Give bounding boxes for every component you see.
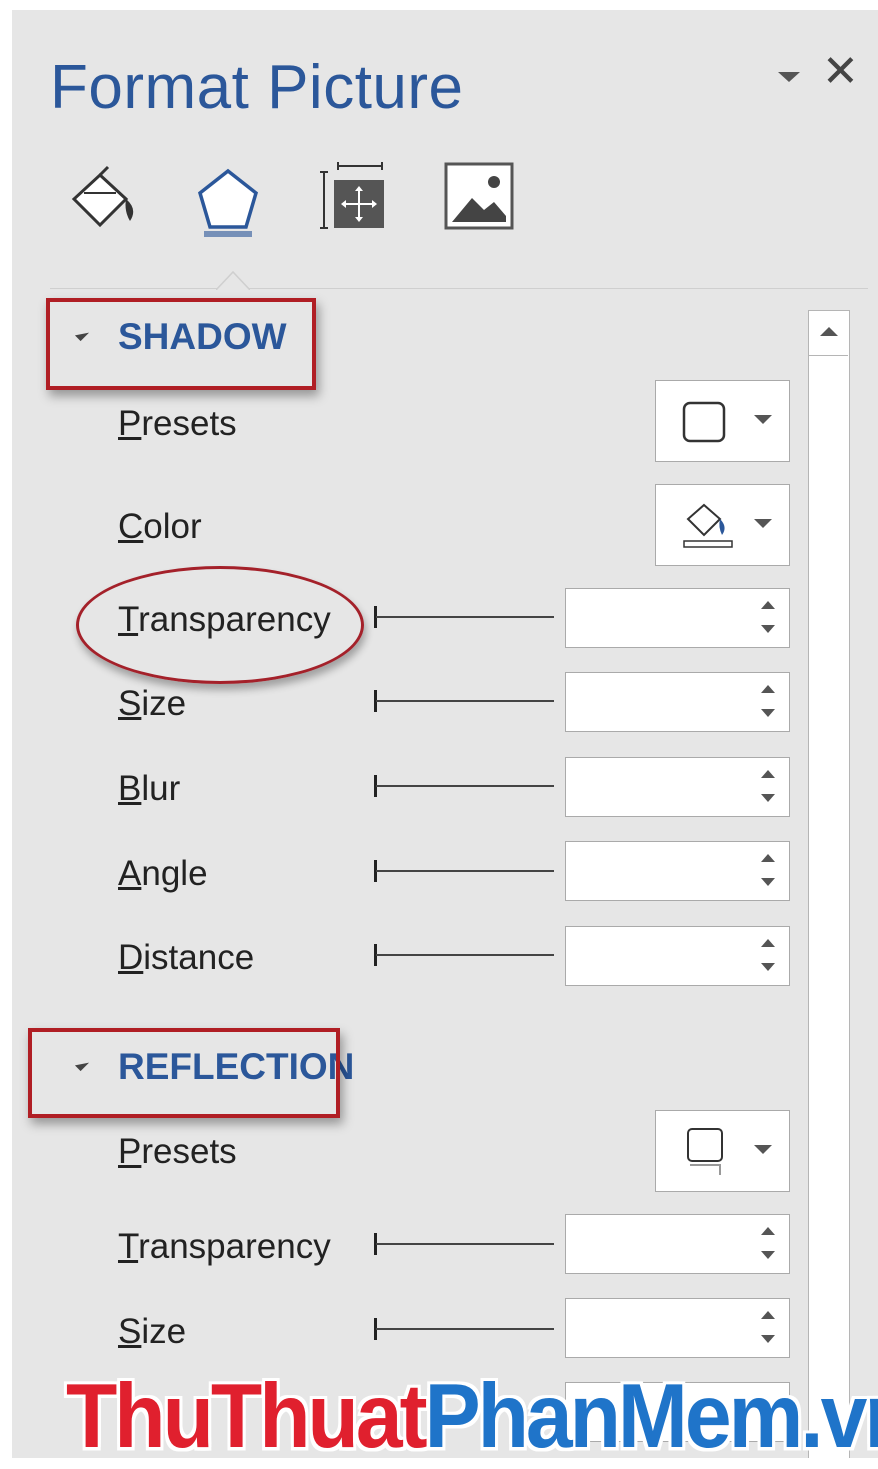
spin-up-icon[interactable] <box>761 1227 775 1235</box>
spin-up-icon[interactable] <box>761 770 775 778</box>
picture-icon[interactable] <box>444 162 516 234</box>
shadow-blur-label: Blur <box>118 769 181 808</box>
shadow-angle-input[interactable] <box>572 850 746 892</box>
shadow-blur-input[interactable] <box>572 766 746 808</box>
reflection-transparency-input[interactable] <box>572 1223 746 1265</box>
reflection-transparency-label: Transparency <box>118 1227 331 1266</box>
highlight-ellipse <box>76 566 364 684</box>
chevron-down-icon <box>754 1145 772 1154</box>
chevron-up-icon <box>820 327 838 336</box>
reflection-size-spinner[interactable] <box>565 1298 790 1358</box>
shadow-size-slider[interactable] <box>374 686 556 714</box>
chevron-down-icon <box>754 415 772 424</box>
spin-up-icon[interactable] <box>761 601 775 609</box>
spin-up-icon[interactable] <box>761 1311 775 1319</box>
shadow-size-spinner[interactable] <box>565 672 790 732</box>
shadow-distance-spinner[interactable] <box>565 926 790 986</box>
shadow-size-label: Size <box>118 684 187 723</box>
fill-color-icon <box>683 503 733 548</box>
shadow-blur-spinner[interactable] <box>565 757 790 817</box>
shadow-angle-slider[interactable] <box>374 856 556 884</box>
shadow-angle-spinner[interactable] <box>565 841 790 901</box>
preset-square-icon <box>682 401 726 443</box>
shadow-transparency-slider[interactable] <box>374 602 556 630</box>
spin-down-icon[interactable] <box>761 625 775 633</box>
shadow-size-input[interactable] <box>572 681 746 723</box>
highlight-box <box>28 1028 340 1118</box>
watermark-part1: ThuThuat <box>66 1365 428 1467</box>
selected-tab-indicator <box>216 270 250 290</box>
spin-down-icon[interactable] <box>761 878 775 886</box>
spin-down-icon[interactable] <box>761 1251 775 1259</box>
scroll-up-button[interactable] <box>809 311 848 356</box>
shadow-transparency-spinner[interactable] <box>565 588 790 648</box>
pane-title: Format Picture <box>50 53 464 122</box>
vertical-scrollbar[interactable] <box>808 310 850 1458</box>
size-position-icon[interactable] <box>318 162 390 238</box>
spin-down-icon[interactable] <box>761 794 775 802</box>
paint-bucket-icon[interactable] <box>64 165 144 235</box>
shadow-angle-label: Angle <box>118 854 208 893</box>
close-icon[interactable]: ✕ <box>822 50 859 94</box>
reflection-size-input[interactable] <box>572 1307 746 1349</box>
reflection-size-label: Size <box>118 1312 187 1351</box>
spin-down-icon[interactable] <box>761 963 775 971</box>
reflection-presets-dropdown[interactable] <box>655 1110 790 1192</box>
watermark: ThuThuatPhanMem.vn <box>66 1364 878 1469</box>
shadow-transparency-input[interactable] <box>572 597 746 639</box>
pentagon-icon[interactable] <box>194 165 264 245</box>
spin-up-icon[interactable] <box>761 939 775 947</box>
pane-options-arrow-icon[interactable] <box>778 72 800 82</box>
shadow-distance-slider[interactable] <box>374 940 556 968</box>
spin-up-icon[interactable] <box>761 854 775 862</box>
shadow-distance-label: Distance <box>118 938 255 977</box>
spin-down-icon[interactable] <box>761 1335 775 1343</box>
shadow-color-label: Color <box>118 507 202 546</box>
reflection-presets-label: Presets <box>118 1132 237 1171</box>
format-picture-pane: Format Picture ✕ SHADOW Presets Color Tr… <box>12 10 878 1458</box>
highlight-box <box>46 298 316 390</box>
shadow-color-dropdown[interactable] <box>655 484 790 566</box>
chevron-down-icon <box>754 519 772 528</box>
shadow-presets-label: Presets <box>118 404 237 443</box>
reflection-transparency-slider[interactable] <box>374 1229 556 1257</box>
shadow-distance-input[interactable] <box>572 935 746 977</box>
reflection-size-slider[interactable] <box>374 1314 556 1342</box>
spin-up-icon[interactable] <box>761 685 775 693</box>
shadow-blur-slider[interactable] <box>374 771 556 799</box>
reflection-preset-icon <box>687 1128 723 1175</box>
watermark-part2: PhanMem.vn <box>424 1365 878 1467</box>
shadow-presets-dropdown[interactable] <box>655 380 790 462</box>
spin-down-icon[interactable] <box>761 709 775 717</box>
tab-divider <box>50 288 868 289</box>
reflection-transparency-spinner[interactable] <box>565 1214 790 1274</box>
